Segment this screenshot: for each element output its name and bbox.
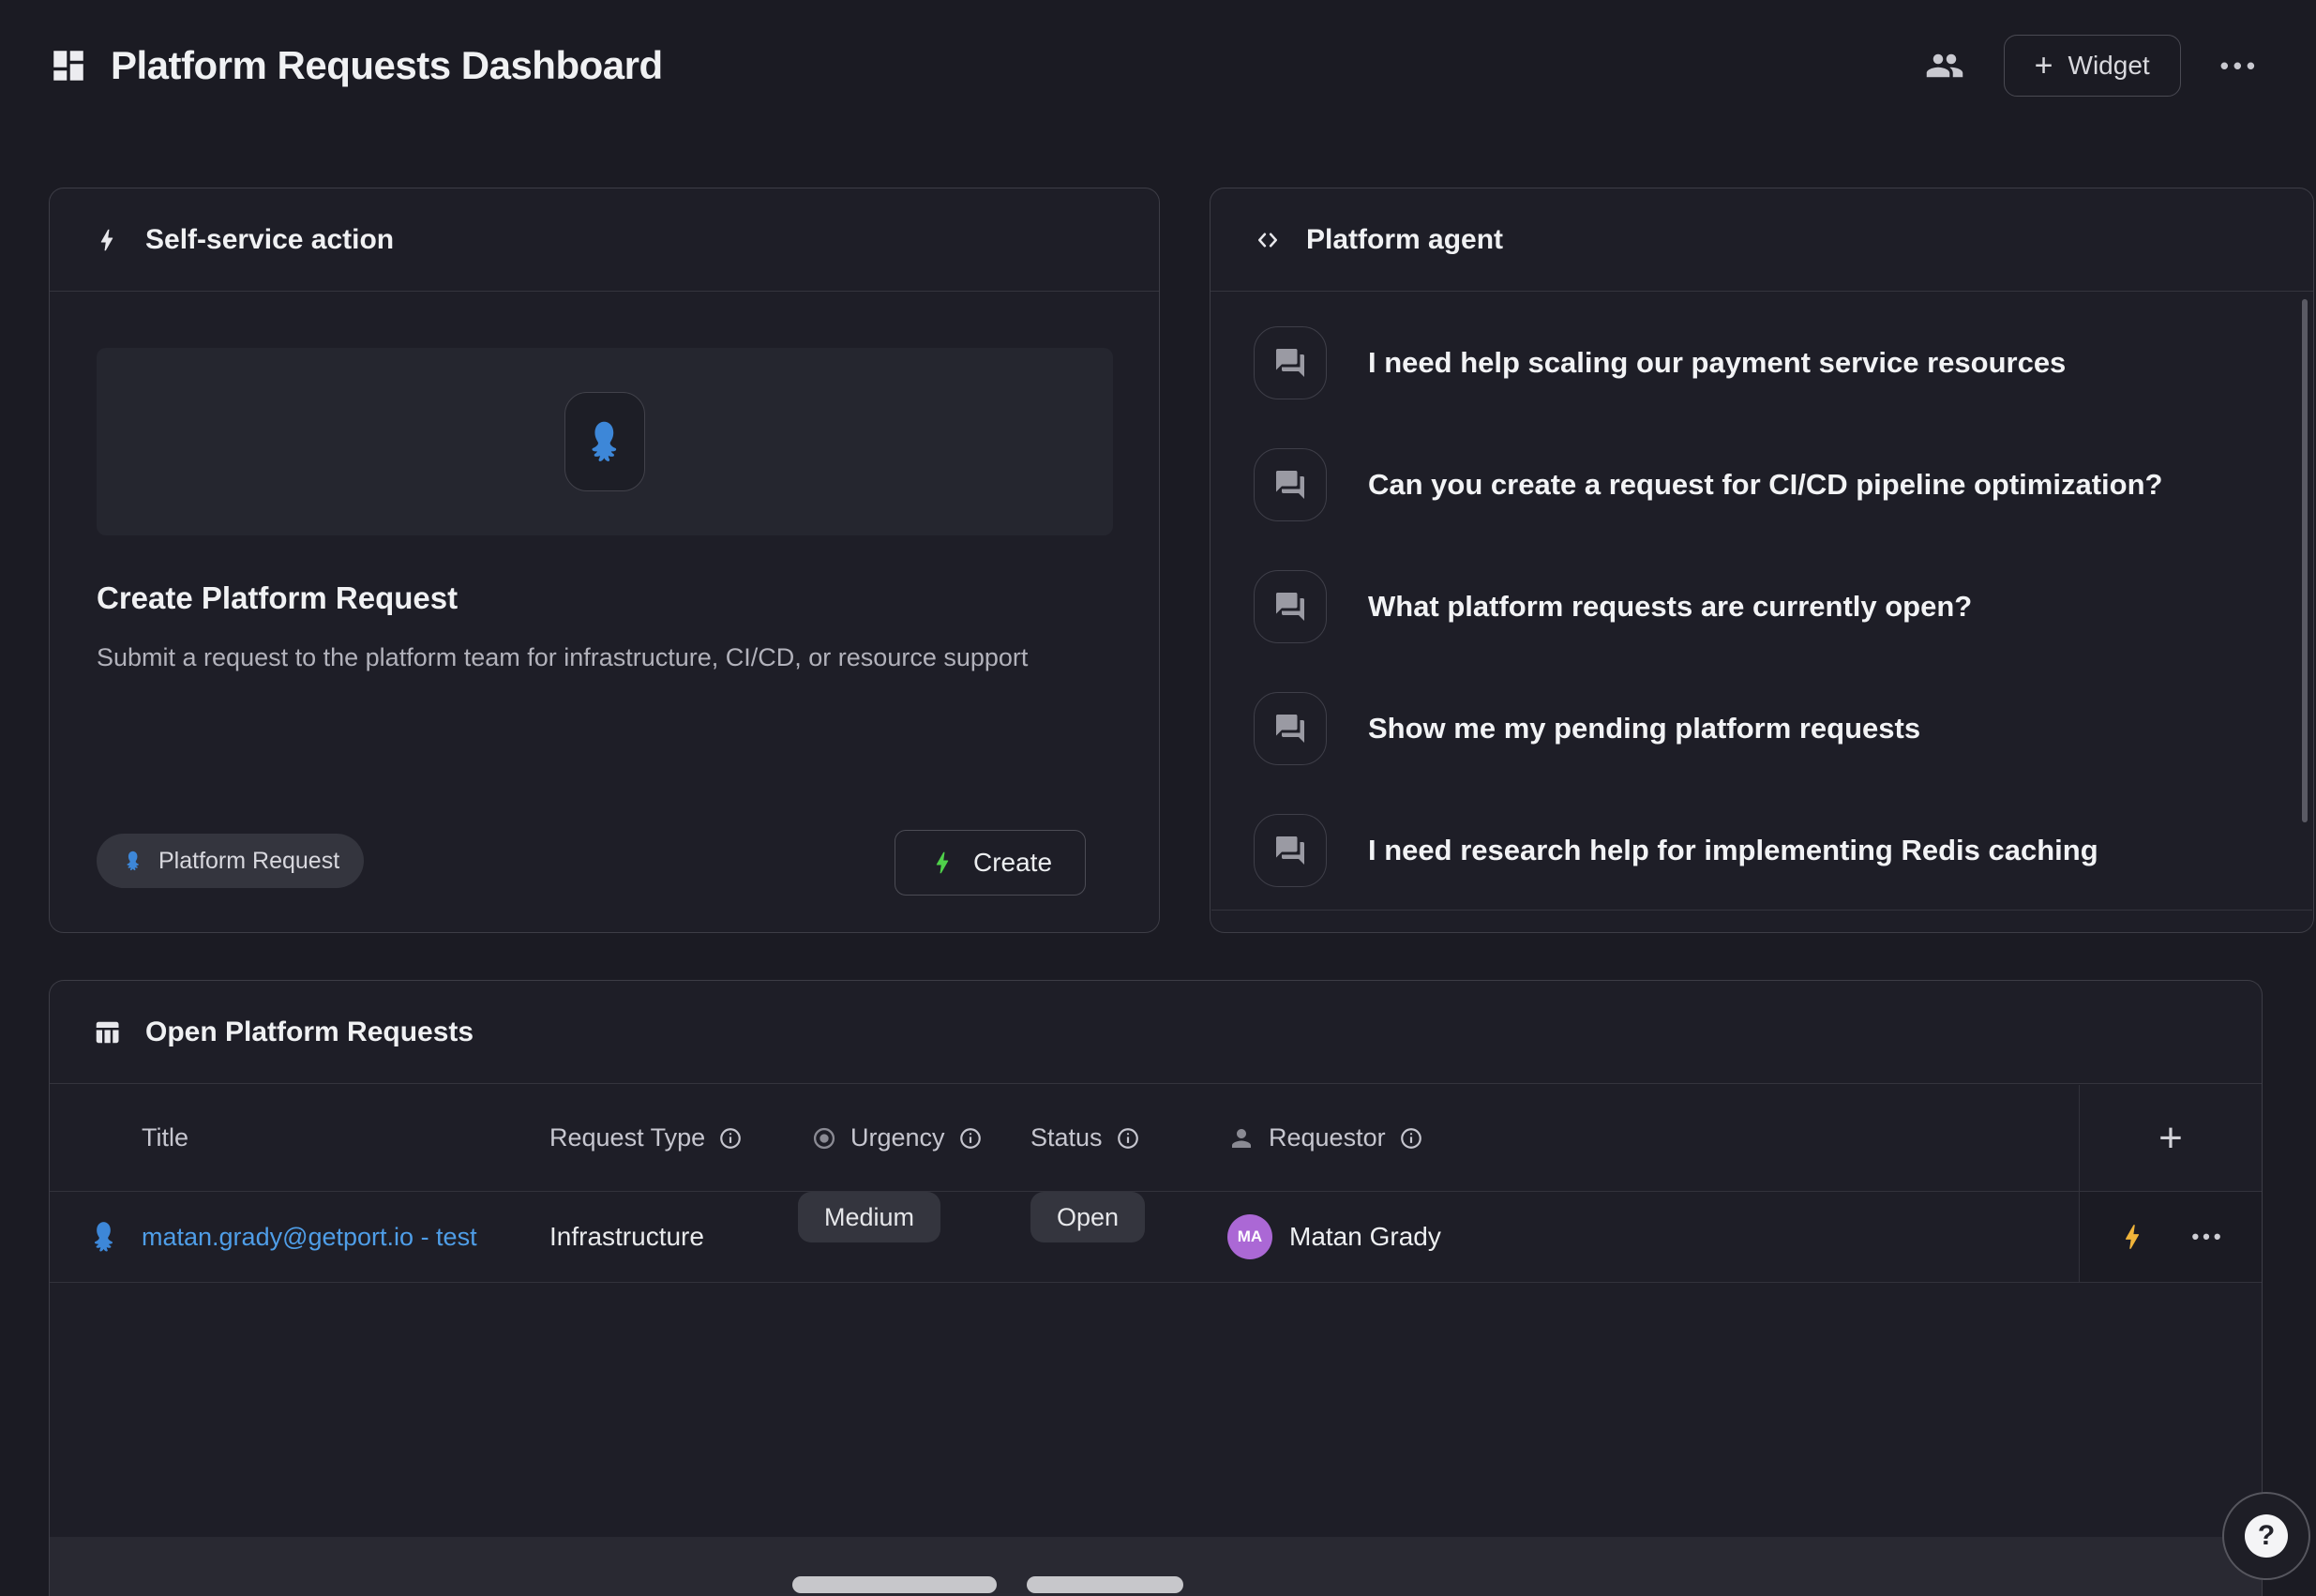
column-header-request-type[interactable]: Request Type: [549, 1085, 743, 1191]
action-icon-tile: [564, 392, 645, 491]
column-label: Urgency: [850, 1123, 945, 1152]
blueprint-chip-label: Platform Request: [158, 848, 339, 875]
info-icon[interactable]: [1399, 1126, 1423, 1151]
row-actions: •••: [2079, 1192, 2262, 1282]
create-button[interactable]: Create: [895, 830, 1086, 896]
agent-suggestion[interactable]: I need help scaling our payment service …: [1254, 326, 2257, 399]
open-requests-card-header: Open Platform Requests: [50, 981, 2262, 1084]
chat-bubble-icon: [1254, 326, 1327, 399]
people-icon[interactable]: [1925, 46, 1964, 85]
agent-suggestion[interactable]: I need research help for implementing Re…: [1254, 814, 2257, 887]
agent-suggestion-label: I need help scaling our payment service …: [1368, 346, 2066, 380]
octopus-icon: [579, 416, 630, 467]
action-preview-panel: [97, 348, 1113, 535]
bolt-icon: [928, 849, 956, 877]
chat-bubble-icon: [1254, 692, 1327, 765]
row-title-link[interactable]: matan.grady@getport.io - test: [142, 1192, 477, 1282]
chat-bubble-icon: [1254, 448, 1327, 521]
header-actions: + Widget •••: [1925, 35, 2260, 97]
column-label: Request Type: [549, 1123, 705, 1152]
agent-suggestion[interactable]: What platform requests are currently ope…: [1254, 570, 2257, 643]
plus-icon: +: [2158, 1118, 2183, 1159]
agent-suggestion-label: What platform requests are currently ope…: [1368, 590, 1972, 624]
agent-suggestion[interactable]: Can you create a request for CI/CD pipel…: [1254, 448, 2257, 521]
info-icon[interactable]: [1116, 1126, 1140, 1151]
column-label: Status: [1030, 1123, 1103, 1152]
octopus-icon: [121, 849, 145, 873]
horizontal-scrollbar-track: [50, 1537, 2262, 1596]
agent-suggestion[interactable]: Show me my pending platform requests: [1254, 692, 2257, 765]
info-icon[interactable]: [958, 1126, 983, 1151]
agent-suggestion-label: Show me my pending platform requests: [1368, 712, 1920, 745]
info-icon[interactable]: [718, 1126, 743, 1151]
column-label: Requestor: [1269, 1123, 1386, 1152]
status-badge: Open: [1030, 1192, 1145, 1242]
row-request-type: Infrastructure: [549, 1192, 704, 1282]
column-label: Title: [142, 1123, 188, 1152]
agent-suggestion-label: I need research help for implementing Re…: [1368, 834, 2098, 867]
self-service-card-header: Self-service action: [50, 188, 1159, 292]
row-requestor: MA Matan Grady: [1227, 1192, 1441, 1282]
urgency-badge: Medium: [798, 1192, 940, 1242]
run-action-bolt-icon[interactable]: [2116, 1221, 2148, 1253]
table-icon: [93, 1018, 121, 1046]
agent-card-divider: [1211, 910, 2312, 911]
column-header-urgency[interactable]: Urgency: [811, 1085, 983, 1191]
help-button[interactable]: ?: [2222, 1492, 2310, 1580]
agent-suggestion-label: Can you create a request for CI/CD pipel…: [1368, 468, 2162, 502]
plus-icon: +: [2035, 50, 2053, 82]
create-button-label: Create: [973, 848, 1052, 878]
self-service-card-title: Self-service action: [145, 224, 394, 256]
more-options-icon[interactable]: •••: [2220, 52, 2260, 81]
add-column-button[interactable]: +: [2079, 1085, 2262, 1191]
octopus-icon: [85, 1218, 123, 1256]
add-widget-button[interactable]: + Widget: [2004, 35, 2181, 97]
row-more-options-icon[interactable]: •••: [2191, 1225, 2224, 1249]
chat-bubble-icon: [1254, 570, 1327, 643]
self-service-card: Self-service action Create Platform Requ…: [49, 188, 1160, 933]
code-icon: [1254, 226, 1282, 254]
add-widget-label: Widget: [2068, 51, 2150, 81]
blueprint-chip[interactable]: Platform Request: [97, 834, 364, 888]
entity-blueprint-icon: [85, 1192, 123, 1282]
avatar: MA: [1227, 1214, 1272, 1259]
platform-agent-card-header: Platform agent: [1211, 188, 2313, 292]
bolt-icon: [93, 226, 121, 254]
radio-icon: [811, 1125, 837, 1152]
horizontal-scrollbar-thumb[interactable]: [1027, 1576, 1183, 1593]
app-header: Platform Requests Dashboard + Widget •••: [49, 32, 2260, 99]
platform-agent-card: Platform agent I need help scaling our p…: [1210, 188, 2314, 933]
chat-bubble-icon: [1254, 814, 1327, 887]
table-row: matan.grady@getport.io - test Infrastruc…: [50, 1192, 2262, 1283]
table-header-row: Title Request Type Urgency Status Reques…: [50, 1085, 2262, 1192]
page-title: Platform Requests Dashboard: [111, 43, 663, 88]
action-title: Create Platform Request: [97, 580, 458, 616]
column-header-status[interactable]: Status: [1030, 1085, 1140, 1191]
open-requests-card-title: Open Platform Requests: [145, 1016, 474, 1048]
action-description: Submit a request to the platform team fo…: [97, 639, 1053, 677]
requestor-name: Matan Grady: [1289, 1222, 1441, 1252]
horizontal-scrollbar-thumb[interactable]: [792, 1576, 997, 1593]
vertical-scrollbar[interactable]: [2302, 299, 2308, 822]
dashboard-icon: [49, 46, 88, 85]
column-header-title[interactable]: Title: [142, 1085, 188, 1191]
column-header-requestor[interactable]: Requestor: [1227, 1085, 1423, 1191]
open-requests-card: Open Platform Requests Title Request Typ…: [49, 980, 2263, 1596]
question-mark-icon: ?: [2245, 1514, 2288, 1558]
person-icon: [1227, 1124, 1256, 1152]
platform-agent-card-title: Platform agent: [1306, 224, 1503, 256]
